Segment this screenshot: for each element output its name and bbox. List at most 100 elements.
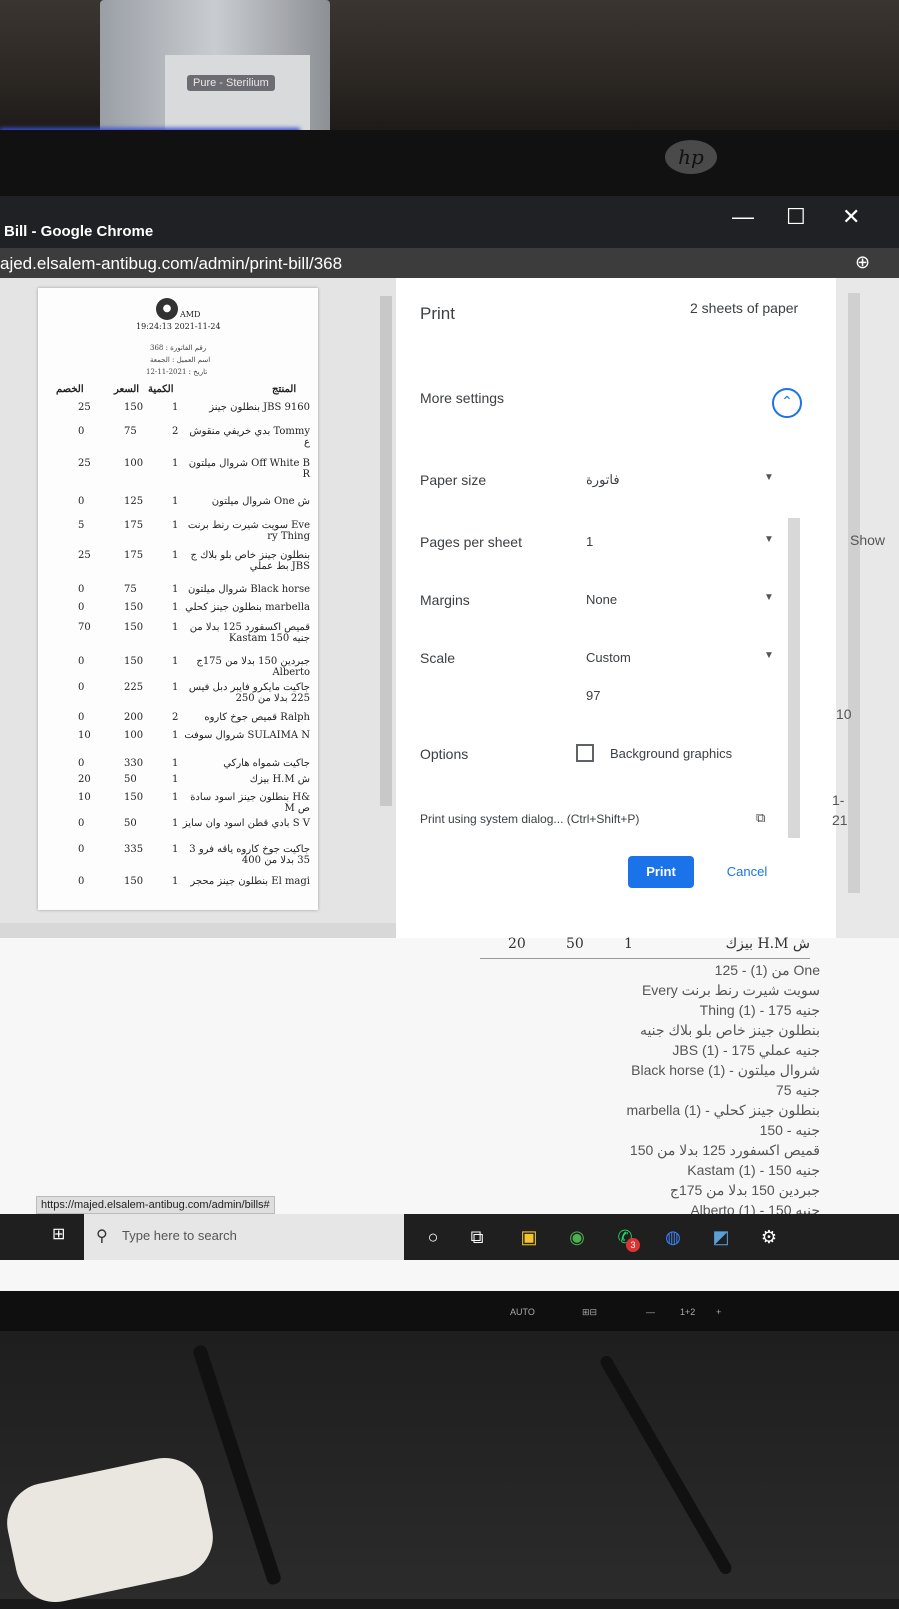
discount-cell: 0 xyxy=(78,818,85,829)
close-button[interactable]: ✕ xyxy=(842,204,860,230)
cancel-button[interactable]: Cancel xyxy=(712,856,782,888)
product-cell: بيزك H.M ش xyxy=(249,774,310,785)
bg-qty: 1 xyxy=(624,936,633,952)
preview-scrollbar[interactable] xyxy=(380,296,392,806)
monitor-auto-button[interactable]: AUTO xyxy=(510,1307,535,1317)
header-qty: الكمية xyxy=(148,384,174,395)
url-text[interactable]: ajed.elsalem-antibug.com/admin/print-bil… xyxy=(0,254,342,274)
page-scroll-strip xyxy=(836,278,899,938)
app-icon[interactable]: ◍ xyxy=(662,1226,684,1248)
search-placeholder[interactable]: Type here to search xyxy=(122,1228,237,1243)
qty-cell: 1 xyxy=(172,602,179,613)
discount-cell: 0 xyxy=(78,682,85,693)
window-title: Bill - Google Chrome xyxy=(4,223,154,240)
margins-select[interactable]: None xyxy=(586,592,617,607)
discount-cell: 0 xyxy=(78,712,85,723)
photos-icon[interactable]: ◩ xyxy=(710,1226,732,1248)
product-cell: بنطلون جينز كحلي marbella xyxy=(185,602,310,613)
qty-cell: 1 xyxy=(172,402,179,413)
discount-cell: 25 xyxy=(78,458,91,469)
chevron-up-icon[interactable]: ⌃ xyxy=(772,388,802,418)
paper-size-label: Paper size xyxy=(420,472,487,488)
customer-name: اسم العميل : الجمعة xyxy=(150,356,211,364)
qty-cell: 1 xyxy=(172,844,179,855)
background-bill-line: 125 - (1) من One xyxy=(714,962,820,978)
product-cell: جاكيت شمواه هاركي xyxy=(223,758,310,769)
print-button[interactable]: Print xyxy=(628,856,694,888)
price-cell: 200 xyxy=(124,712,144,723)
minimize-button[interactable]: — xyxy=(732,204,754,230)
range-fragment-b: 21 xyxy=(832,812,848,828)
qty-cell: 1 xyxy=(172,818,179,829)
header-product: المنتج xyxy=(272,384,297,395)
price-cell: 225 xyxy=(124,682,144,693)
maximize-button[interactable]: ☐ xyxy=(786,204,806,230)
background-graphics-checkbox[interactable] xyxy=(576,744,594,762)
product-cell: بنطلون جينز اسود سادة H& M ص xyxy=(190,792,310,814)
header-price: السعر xyxy=(114,384,140,395)
product-cell: بنطلون جينز JBS 9160 xyxy=(209,402,310,413)
scale-select[interactable]: Custom xyxy=(586,650,631,665)
qty-cell: 2 xyxy=(172,712,179,723)
product-cell: بنطلون جينز محجر El magi xyxy=(190,876,310,887)
range-fragment-a: 1- xyxy=(832,792,845,808)
chevron-down-icon[interactable]: ▼ xyxy=(764,650,774,661)
store-logo-icon: ● xyxy=(156,298,178,320)
monitor-mode-button[interactable]: 1+2 xyxy=(680,1307,695,1317)
chevron-down-icon[interactable]: ▼ xyxy=(764,592,774,603)
paper-size-select[interactable]: فاتورة xyxy=(586,472,620,488)
external-link-icon[interactable]: ⧉ xyxy=(756,810,765,826)
more-settings-label[interactable]: More settings xyxy=(420,390,504,406)
discount-cell: 0 xyxy=(78,426,85,437)
taskbar: ⊞ ⚲ Type here to search ○ ⧉ ▣ ◉ ✆ 3 ◍ ◩ … xyxy=(0,1214,899,1260)
chevron-down-icon[interactable]: ▼ xyxy=(764,534,774,545)
dialog-scrollbar[interactable] xyxy=(788,518,800,838)
dialog-title: Print xyxy=(420,304,455,323)
windows-start-icon[interactable]: ⊞ xyxy=(52,1226,70,1244)
product-cell: بنطلون جينز خاص بلو بلاك ج بط عملي JBS xyxy=(190,550,310,572)
discount-cell: 10 xyxy=(78,792,91,803)
price-cell: 150 xyxy=(124,402,144,413)
qty-cell: 1 xyxy=(172,682,179,693)
discount-cell: 20 xyxy=(78,774,91,785)
settings-icon[interactable]: ⚙ xyxy=(758,1226,780,1248)
background-bill-line: بنطلون جينز خاص بلو بلاك جنيه xyxy=(639,1022,820,1038)
chrome-icon[interactable]: ◉ xyxy=(566,1226,588,1248)
system-dialog-link[interactable]: Print using system dialog... (Ctrl+Shift… xyxy=(420,812,639,826)
bg-name: بيزك H.M ش xyxy=(725,936,810,952)
taskbar-search[interactable]: ⚲ Type here to search xyxy=(84,1214,404,1260)
scale-input[interactable]: 97 xyxy=(586,688,600,703)
monitor-bezel-bottom: AUTO ⊞⊟ — 1+2 + xyxy=(0,1291,899,1331)
monitor-input-button[interactable]: ⊞⊟ xyxy=(582,1307,597,1318)
discount-cell: 25 xyxy=(78,402,91,413)
price-cell: 150 xyxy=(124,602,144,613)
price-cell: 50 xyxy=(124,774,137,785)
task-view-icon[interactable]: ⧉ xyxy=(466,1226,488,1248)
status-url: https://majed.elsalem-antibug.com/admin/… xyxy=(36,1196,275,1214)
address-bar[interactable]: ajed.elsalem-antibug.com/admin/print-bil… xyxy=(0,248,899,278)
background-graphics-label[interactable]: Background graphics xyxy=(610,746,732,761)
background-bill-line: 150 قميص اكسفورد 125 بدلا من xyxy=(629,1142,820,1158)
monitor-plus-button[interactable]: + xyxy=(716,1307,721,1317)
file-explorer-icon[interactable]: ▣ xyxy=(518,1226,540,1248)
chrome-titlebar: Bill - Google Chrome — ☐ ✕ xyxy=(0,196,899,248)
margins-label: Margins xyxy=(420,592,470,608)
pages-per-sheet-label: Pages per sheet xyxy=(420,534,522,550)
qty-cell: 1 xyxy=(172,774,179,785)
cortana-icon[interactable]: ○ xyxy=(422,1226,444,1248)
price-cell: 150 xyxy=(124,876,144,887)
page-scrollbar[interactable] xyxy=(848,293,860,893)
price-cell: 150 xyxy=(124,656,144,667)
product-cell: شروال سوفت SULAIMA N xyxy=(184,730,310,741)
chevron-down-icon[interactable]: ▼ xyxy=(764,472,774,483)
product-cell: جاكيت مايكرو فايبر دبل فيس 225 بدلا من 2… xyxy=(188,682,310,704)
qty-cell: 1 xyxy=(172,876,179,887)
monitor-minus-button[interactable]: — xyxy=(646,1307,655,1317)
product-cell: شروال ميلتون Black horse xyxy=(188,584,310,595)
pages-per-sheet-select[interactable]: 1 xyxy=(586,534,593,549)
qty-cell: 1 xyxy=(172,496,179,507)
show-fragment: Show xyxy=(850,532,886,548)
product-cell: بادي قطن اسود وان سايز S V xyxy=(182,818,310,829)
bottle-label-text: Pure - Sterilium xyxy=(187,75,275,91)
zoom-icon[interactable]: ⊕ xyxy=(855,252,870,273)
